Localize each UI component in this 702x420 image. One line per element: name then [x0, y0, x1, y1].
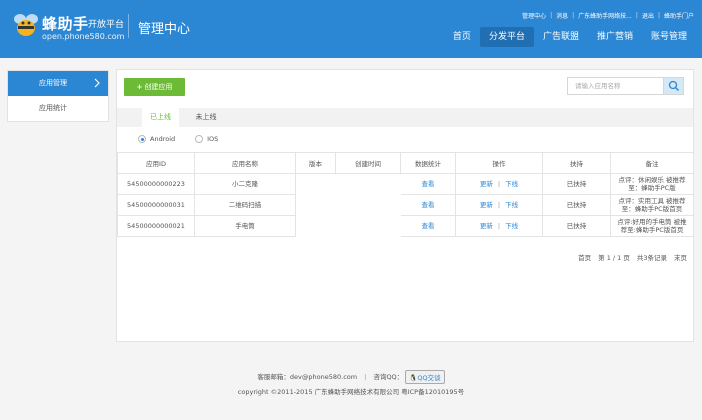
- cell-note: 点评：休闲娱乐 被推荐至：蜂助手PC版: [610, 173, 694, 195]
- radio-android[interactable]: [138, 135, 146, 143]
- pager-total: 共3条记录: [636, 254, 667, 262]
- offline-link[interactable]: 下线: [505, 180, 518, 188]
- top-header: 蜂助手 开放平台 open.phone580.com 管理中心 管理中心 | 消…: [0, 0, 702, 58]
- table-row: 54500000000021 手电筒 查看 更新 | 下线 已扶持 点评:好用的手电…: [117, 215, 694, 237]
- app-table: 应用ID 应用名称 版本 创建时间 数据统计 操作 扶持 备注 54500000…: [117, 152, 694, 237]
- search-button[interactable]: [663, 78, 683, 94]
- col-header-stats: 数据统计: [400, 152, 456, 174]
- bee-logo-icon: [14, 14, 38, 36]
- plus-icon: +: [136, 83, 143, 91]
- top-link-logout[interactable]: 退出: [642, 11, 654, 20]
- view-stats-link[interactable]: 查看: [422, 201, 435, 209]
- offline-link[interactable]: 下线: [505, 201, 518, 209]
- cell-app-name: 二维码扫描: [194, 194, 296, 216]
- radio-ios[interactable]: [195, 135, 204, 143]
- radio-android-label: Android: [150, 135, 176, 143]
- col-header-actions: 操作: [455, 152, 543, 174]
- nav-ad-alliance[interactable]: 广告联盟: [534, 27, 588, 47]
- footer-qq-label: 咨询QQ：: [373, 373, 404, 381]
- chevron-right-icon: [94, 78, 100, 88]
- cell-app-id: 54500000000031: [117, 194, 195, 216]
- table-header-row: 应用ID 应用名称 版本 创建时间 数据统计 操作 扶持 备注: [117, 152, 694, 174]
- cell-app-id: 54500000000021: [117, 215, 195, 237]
- logo-text: 蜂助手: [42, 15, 89, 33]
- footer-contact: 客服邮箱：dev@phone580.com | 咨询QQ： 🐧QQ交谈: [0, 370, 702, 384]
- status-tabs: 已上线 未上线: [117, 108, 693, 127]
- col-header-note: 备注: [610, 152, 694, 174]
- logo-domain: open.phone580.com: [42, 32, 125, 41]
- nav-promotion[interactable]: 推广营销: [588, 27, 642, 47]
- view-stats-link[interactable]: 查看: [422, 180, 435, 188]
- search-input[interactable]: [568, 78, 664, 94]
- pagination: 首页 第 1 / 1 页 共3条记录 末页: [571, 252, 687, 262]
- top-link-messages[interactable]: 消息: [556, 11, 568, 20]
- header-divider: [128, 14, 129, 38]
- sidebar: 应用管理 应用统计: [7, 70, 109, 122]
- top-links: 管理中心 | 消息 | 广东蜂助手网络技... | 退出 | 蜂助手门户: [522, 11, 694, 20]
- redacted-area: [296, 174, 401, 240]
- logo-subtitle: 开放平台: [88, 20, 125, 30]
- top-link-portal[interactable]: 蜂助手门户: [664, 11, 694, 20]
- main-nav: 首页 分发平台 广告联盟 推广营销 账号管理: [444, 26, 696, 48]
- update-link[interactable]: 更新: [480, 222, 493, 230]
- tab-online[interactable]: 已上线: [142, 108, 179, 127]
- table-row: 54500000000031 二维码扫描 查看 更新 | 下线 已扶持 点评：实用工…: [117, 194, 694, 216]
- pager-last[interactable]: 末页: [674, 252, 687, 262]
- sidebar-item-app-stats[interactable]: 应用统计: [8, 96, 108, 121]
- search-icon: [668, 80, 680, 92]
- search-box: [567, 77, 684, 95]
- top-link-company[interactable]: 广东蜂助手网络技...: [578, 11, 632, 20]
- sidebar-item-label: 应用统计: [39, 104, 67, 112]
- col-header-version: 版本: [295, 152, 336, 174]
- create-app-button[interactable]: + 创建应用: [124, 78, 185, 96]
- view-stats-link[interactable]: 查看: [422, 222, 435, 230]
- cell-support: 已扶持: [542, 194, 611, 216]
- table-row: 54500000000223 小二克隆 查看 更新 | 下线 已扶持 点评：休闲娱乐…: [117, 173, 694, 195]
- nav-distribution[interactable]: 分发平台: [479, 27, 534, 47]
- tab-offline[interactable]: 未上线: [185, 108, 227, 127]
- nav-home[interactable]: 首页: [444, 27, 480, 47]
- cell-note: 点评：实用工具 被推荐至：蜂助手PC版首页: [610, 194, 694, 216]
- cell-app-name: 手电筒: [194, 215, 296, 237]
- col-header-support: 扶持: [542, 152, 611, 174]
- update-link[interactable]: 更新: [480, 180, 493, 188]
- col-header-app-name: 应用名称: [194, 152, 296, 174]
- cell-app-name: 小二克隆: [194, 173, 296, 195]
- sidebar-item-label: 应用管理: [39, 79, 67, 87]
- nav-account[interactable]: 账号管理: [642, 27, 696, 47]
- update-link[interactable]: 更新: [480, 201, 493, 209]
- qq-chat-button[interactable]: 🐧QQ交谈: [405, 370, 445, 384]
- top-link-management[interactable]: 管理中心: [522, 11, 546, 20]
- cell-app-id: 54500000000223: [117, 173, 195, 195]
- pager-current: 第 1 / 1 页: [598, 254, 630, 262]
- page-title: 管理中心: [138, 22, 191, 37]
- col-header-created: 创建时间: [335, 152, 401, 174]
- offline-link[interactable]: 下线: [505, 222, 518, 230]
- cell-support: 已扶持: [542, 215, 611, 237]
- radio-ios-label: IOS: [207, 135, 219, 143]
- cell-note: 点评:好用的手电筒 被推荐至:蜂助手PC版首页: [610, 215, 694, 237]
- main-panel: +创建应用 已上线 未上线 Android IOS 应用ID 应用名称 版本: [116, 69, 694, 342]
- pager-first[interactable]: 首页: [578, 252, 591, 262]
- platform-filter: Android IOS: [138, 135, 238, 143]
- cell-support: 已扶持: [542, 173, 611, 195]
- footer-copyright: copyright ©2011-2015 广东蜂助手网络技术有限公司 粤ICP备…: [237, 388, 465, 396]
- sidebar-item-app-management[interactable]: 应用管理: [8, 71, 108, 96]
- footer-email: 客服邮箱：dev@phone580.com: [257, 373, 358, 381]
- col-header-app-id: 应用ID: [117, 152, 195, 174]
